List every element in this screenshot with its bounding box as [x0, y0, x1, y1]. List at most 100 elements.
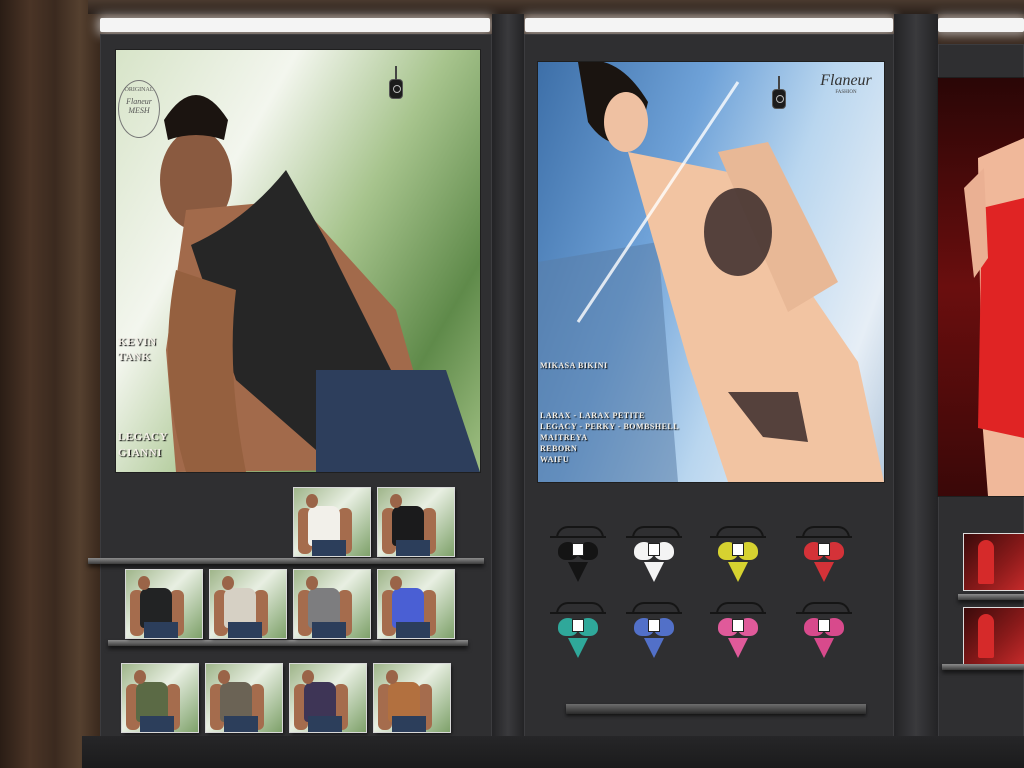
bikini-bottom	[728, 638, 748, 658]
bikini-bottom	[568, 638, 588, 658]
box-figure-jeans	[392, 716, 426, 732]
bikini-bottom	[644, 562, 664, 582]
tank-box[interactable]	[122, 664, 198, 732]
tank-box[interactable]	[294, 570, 370, 638]
hanger-bar	[550, 612, 606, 614]
shelf-right-top	[958, 594, 1024, 600]
hanger-bar	[710, 612, 766, 614]
box-figure-head	[306, 576, 318, 590]
box-figure-jeans	[396, 622, 430, 638]
hanger-bar	[710, 536, 766, 538]
box-figure-head	[222, 576, 234, 590]
box-figure-jeans	[308, 716, 342, 732]
kevin-title-line1: KEVIN	[118, 336, 157, 348]
bikini-tag	[733, 544, 743, 555]
tank-box[interactable]	[294, 488, 370, 556]
bikini-bottom	[814, 562, 834, 582]
bikini-hanger[interactable]	[622, 526, 686, 588]
mikasa-body-item: LARAX - LARAX PETITE	[540, 411, 645, 420]
bikini-bottom	[728, 562, 748, 582]
shelf-top	[88, 558, 484, 564]
bikini-hanger[interactable]	[706, 526, 770, 588]
mikasa-body-item: MAITREYA	[540, 433, 588, 442]
hanging-price-tag-left[interactable]	[390, 66, 402, 98]
red-dress-poster[interactable]	[938, 78, 1024, 496]
light-strip-3	[938, 18, 1024, 32]
box-figure-jeans	[224, 716, 258, 732]
hanger-bar	[626, 536, 682, 538]
kevin-tank-poster[interactable]: ORIGINAL Flaneur MESH KEVIN TANK LEGACY …	[116, 50, 480, 472]
bikini-tag	[733, 620, 743, 631]
kevin-title-line2: TANK	[118, 351, 151, 363]
box-figure-head	[134, 670, 146, 684]
kevin-brand-sub: ORIGINAL	[124, 87, 154, 93]
bikini-tag	[649, 544, 659, 555]
light-strip-2	[525, 18, 893, 32]
kevin-brand-logo: ORIGINAL Flaneur MESH	[118, 80, 160, 138]
mikasa-bikini-poster[interactable]: Flaneur FASHION MIKASA BIKINI LARAX - LA…	[538, 62, 884, 482]
panel-divider-1	[492, 14, 524, 744]
tank-box[interactable]	[206, 664, 282, 732]
tank-box[interactable]	[290, 664, 366, 732]
hanger-bar	[796, 612, 852, 614]
bikini-tag	[649, 620, 659, 631]
floor-base	[82, 736, 1024, 768]
bikini-tag	[819, 544, 829, 555]
mikasa-brand-sub: FASHION	[835, 90, 857, 95]
panel-divider-2	[894, 14, 938, 744]
tank-box[interactable]	[378, 488, 454, 556]
box-figure-jeans	[228, 622, 262, 638]
tank-box[interactable]	[126, 570, 202, 638]
red-dress-box[interactable]	[964, 534, 1024, 590]
wood-wall	[0, 0, 100, 768]
tank-box[interactable]	[374, 664, 450, 732]
hanger-bar	[550, 536, 606, 538]
bikini-hanger[interactable]	[706, 602, 770, 664]
box-figure-jeans	[312, 622, 346, 638]
mikasa-body-item: LEGACY - PERKY - BOMBSHELL	[540, 422, 680, 431]
box-figure-jeans	[312, 540, 346, 556]
shelf-right-bottom	[942, 664, 1024, 670]
hanger-bar	[626, 612, 682, 614]
tank-box[interactable]	[378, 570, 454, 638]
mikasa-brand-logo: Flaneur FASHION	[816, 72, 876, 95]
mikasa-body-item: WAIFU	[540, 455, 570, 464]
bikini-bottom	[814, 638, 834, 658]
box-figure-head	[390, 576, 402, 590]
box-figure-head	[306, 494, 318, 508]
ceiling-beam	[88, 0, 1024, 14]
box-figure-jeans	[396, 540, 430, 556]
mikasa-body-item: REBORN	[540, 444, 578, 453]
box-figure-head	[218, 670, 230, 684]
bikini-tag	[573, 544, 583, 555]
box-figure-head	[138, 576, 150, 590]
shelf-middle	[108, 640, 468, 646]
mikasa-body-list: LARAX - LARAX PETITE LEGACY - PERKY - BO…	[540, 410, 679, 465]
box-figure-jeans	[140, 716, 174, 732]
bikini-hanger[interactable]	[792, 602, 856, 664]
bikini-tag	[573, 620, 583, 631]
bikini-tag	[819, 620, 829, 631]
kevin-body-line1: LEGACY	[118, 431, 169, 443]
bikini-hanger[interactable]	[546, 526, 610, 588]
bikini-bottom	[644, 638, 664, 658]
bikini-hanger[interactable]	[546, 602, 610, 664]
tank-box[interactable]	[210, 570, 286, 638]
hanging-price-tag-middle[interactable]	[773, 76, 785, 108]
bikini-rail	[566, 704, 866, 714]
bikini-bottom	[568, 562, 588, 582]
mikasa-brand-name: Flaneur	[820, 72, 872, 89]
box-figure-head	[302, 670, 314, 684]
bikini-hanger[interactable]	[622, 602, 686, 664]
box-figure-head	[386, 670, 398, 684]
mikasa-title: MIKASA BIKINI	[540, 361, 608, 370]
box-figure-head	[390, 494, 402, 508]
red-dress-box[interactable]	[964, 608, 1024, 664]
red-dress-figure-illustration	[964, 138, 1024, 496]
hanger-bar	[796, 536, 852, 538]
bikini-hanger[interactable]	[792, 526, 856, 588]
box-figure-jeans	[144, 622, 178, 638]
kevin-figure-illustration	[160, 95, 480, 472]
light-strip-1	[100, 18, 490, 32]
kevin-brand-name: Flaneur MESH	[126, 97, 152, 115]
